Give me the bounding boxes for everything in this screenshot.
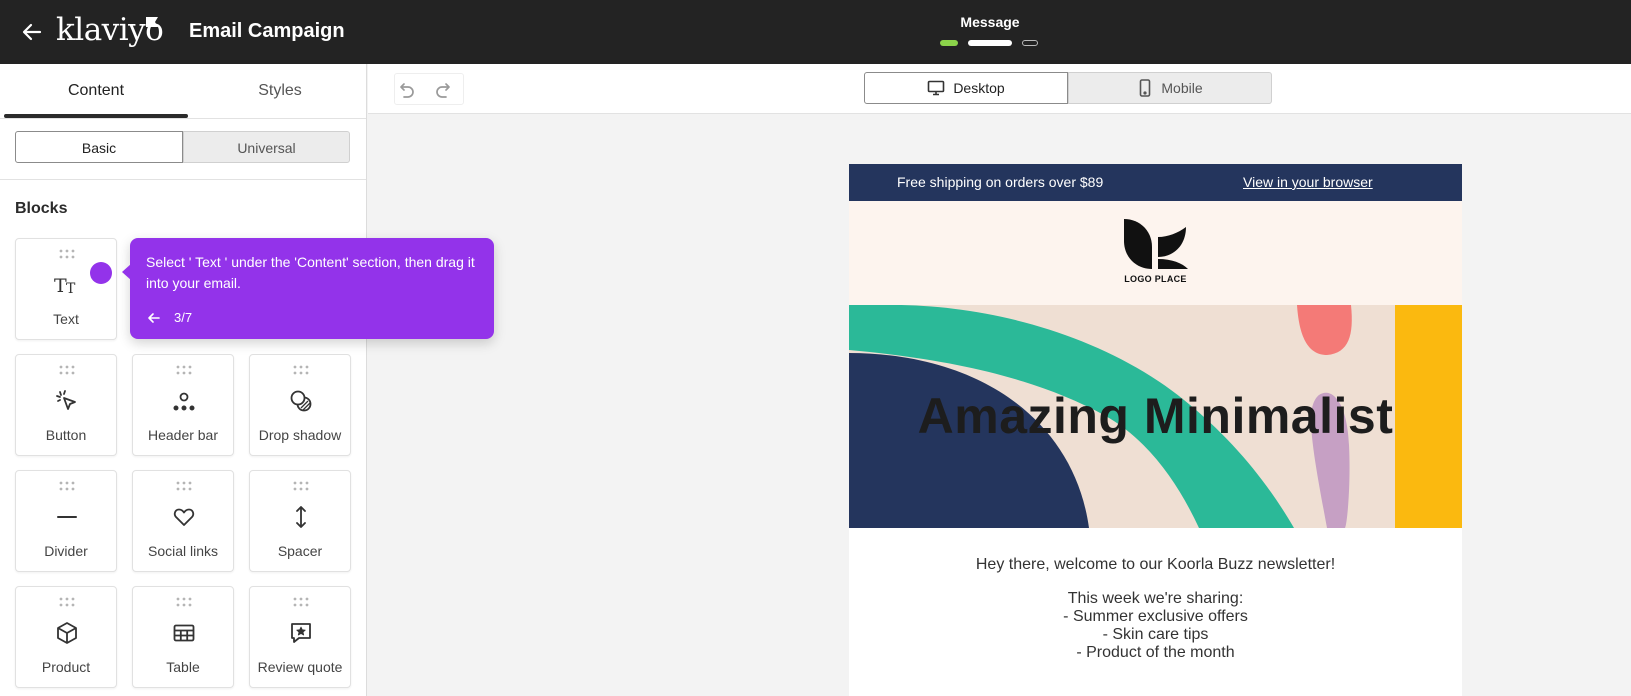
tab-content[interactable]: Content — [4, 64, 188, 118]
drag-handle-icon — [59, 597, 75, 607]
block-label: Text — [53, 311, 79, 327]
editor-canvas: Desktop Mobile Free shipping on orders o… — [368, 64, 1631, 696]
block-review-quote[interactable]: Review quote — [249, 586, 351, 688]
view-mobile-button[interactable]: Mobile — [1068, 72, 1272, 104]
drop-shadow-icon — [286, 387, 316, 415]
step-indicator-next[interactable] — [1022, 40, 1038, 46]
cube-icon — [52, 619, 82, 647]
divider — [0, 179, 366, 180]
divider — [0, 118, 366, 119]
review-quote-icon — [286, 619, 316, 647]
canvas-toolbar: Desktop Mobile — [368, 64, 1631, 114]
cursor-click-icon — [52, 387, 82, 415]
segment-universal[interactable]: Universal — [183, 131, 350, 163]
back-arrow-icon[interactable] — [18, 18, 46, 46]
block-label: Table — [166, 659, 200, 675]
header-bar-icon — [169, 387, 199, 415]
left-panel: Content Styles Basic Universal Blocks TT… — [0, 64, 367, 696]
drag-handle-icon — [176, 481, 192, 491]
tooltip-caret — [122, 264, 131, 280]
table-icon — [169, 619, 199, 647]
desktop-icon — [928, 80, 945, 96]
top-bar: klaviyo Email Campaign Message — [0, 0, 1631, 64]
drag-handle-icon — [176, 597, 192, 607]
divider-icon — [52, 503, 82, 531]
hero-title: Amazing Minimalist — [917, 388, 1394, 444]
email-body-text[interactable]: Hey there, welcome to our Koorla Buzz ne… — [849, 556, 1462, 662]
block-text[interactable]: TT Text — [15, 238, 117, 340]
view-desktop-button[interactable]: Desktop — [864, 72, 1068, 104]
undo-button[interactable] — [392, 76, 420, 104]
tab-styles[interactable]: Styles — [188, 64, 372, 118]
drag-handle-icon — [293, 365, 309, 375]
text-icon: TT — [52, 271, 82, 299]
sharing-line: This week we're sharing: — [1067, 590, 1244, 607]
block-table[interactable]: Table — [132, 586, 234, 688]
drag-handle-icon — [293, 597, 309, 607]
block-drop-shadow[interactable]: Drop shadow — [249, 354, 351, 456]
sharing-line: - Summer exclusive offers — [1063, 608, 1248, 625]
view-in-browser-link[interactable]: View in your browser — [1243, 174, 1373, 190]
step-progress — [940, 40, 1040, 46]
drag-handle-icon — [59, 249, 75, 259]
step-indicator-done[interactable] — [940, 40, 958, 46]
block-label: Social links — [147, 543, 219, 559]
email-preview[interactable]: Free shipping on orders over $89 View in… — [849, 164, 1462, 696]
klaviyo-flag-icon — [146, 17, 158, 27]
block-social-links[interactable]: Social links — [132, 470, 234, 572]
block-divider[interactable]: Divider — [15, 470, 117, 572]
block-label: Header bar — [147, 427, 219, 443]
preheader-text: Free shipping on orders over $89 — [897, 174, 1104, 190]
sharing-line: - Skin care tips — [1102, 626, 1209, 643]
brand-logo-mark — [1124, 219, 1188, 269]
view-mobile-label: Mobile — [1161, 80, 1203, 96]
greeting-text: Hey there, welcome to our Koorla Buzz ne… — [975, 556, 1336, 573]
block-spacer[interactable]: Spacer — [249, 470, 351, 572]
tooltip-text: Select ' Text ' under the 'Content' sect… — [146, 254, 475, 291]
sharing-line: - Product of the month — [1076, 644, 1235, 661]
hero-banner: Amazing Minimalist — [849, 305, 1462, 528]
segment-basic[interactable]: Basic — [15, 131, 183, 163]
block-label: Drop shadow — [258, 427, 342, 443]
svg-text:T: T — [66, 281, 76, 296]
block-label: Spacer — [277, 543, 323, 559]
drag-handle-icon — [293, 481, 309, 491]
block-product[interactable]: Product — [15, 586, 117, 688]
heart-icon — [169, 503, 199, 531]
page-title: Email Campaign — [189, 20, 345, 42]
view-desktop-label: Desktop — [953, 80, 1005, 96]
redo-icon — [436, 83, 450, 98]
block-header-bar[interactable]: Header bar — [132, 354, 234, 456]
step-label: Message — [960, 14, 1020, 30]
redo-button[interactable] — [430, 76, 458, 104]
blocks-heading: Blocks — [15, 200, 68, 217]
spacer-icon — [286, 503, 316, 531]
tooltip-step-counter: 3/7 — [174, 310, 193, 325]
logo-section: LOGO PLACE — [849, 201, 1462, 305]
tooltip-back-arrow-icon[interactable] — [146, 310, 162, 326]
drag-handle-icon — [59, 365, 75, 375]
undo-icon — [400, 83, 414, 98]
block-label: Review quote — [257, 659, 343, 675]
block-button[interactable]: Button — [15, 354, 117, 456]
guide-hotspot[interactable] — [90, 262, 112, 284]
block-label: Button — [45, 427, 87, 443]
block-label: Product — [41, 659, 91, 675]
guide-tooltip: Select ' Text ' under the 'Content' sect… — [122, 238, 494, 339]
drag-handle-icon — [59, 481, 75, 491]
preheader-bar: Free shipping on orders over $89 View in… — [849, 164, 1462, 201]
block-label: Divider — [44, 543, 88, 559]
step-indicator-active[interactable] — [968, 40, 1012, 46]
mobile-icon — [1140, 79, 1151, 97]
logo-text: LOGO PLACE — [1124, 274, 1187, 284]
drag-handle-icon — [176, 365, 192, 375]
